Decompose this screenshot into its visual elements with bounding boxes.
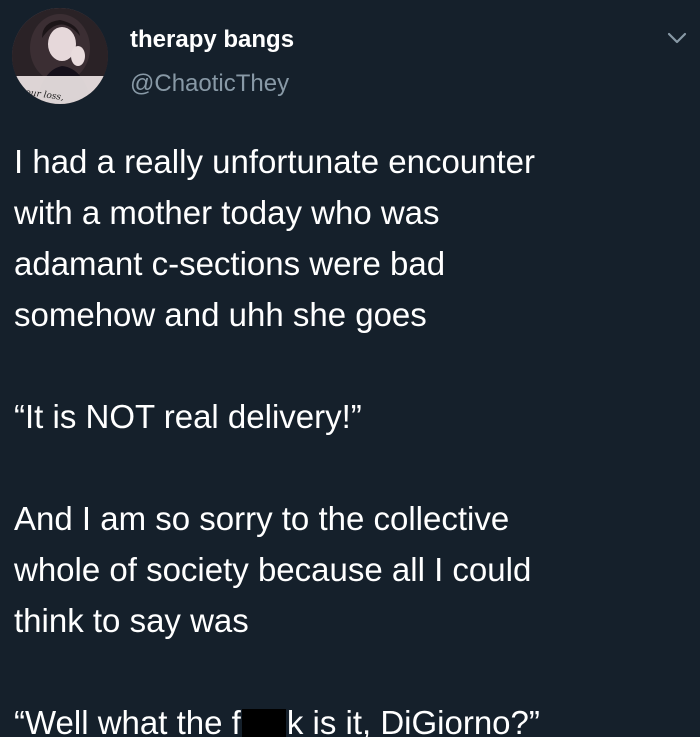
text-line: think to say was bbox=[14, 602, 249, 639]
text-line: whole of society because all I could bbox=[14, 551, 532, 588]
tweet-text: I had a really unfortunate encounter wit… bbox=[14, 136, 686, 737]
text-line: And I am so sorry to the collective bbox=[14, 500, 510, 537]
text-line: somehow and uhh she goes bbox=[14, 296, 427, 333]
text-after-redaction: k is it, DiGiorno?” bbox=[286, 704, 540, 737]
author-display-name[interactable]: therapy bangs bbox=[130, 26, 294, 54]
tweet-menu-button[interactable] bbox=[664, 28, 690, 48]
text-line: “Well what the f k is it, DiGiorno?” bbox=[14, 697, 686, 737]
redaction-bar bbox=[241, 709, 286, 737]
avatar[interactable]: your loss, bbox=[12, 8, 108, 104]
chevron-down-icon bbox=[667, 32, 687, 44]
tweet-paragraph: I had a really unfortunate encounter wit… bbox=[14, 136, 686, 340]
tweet-paragraph: “Well what the f k is it, DiGiorno?” bbox=[14, 697, 686, 737]
author-handle[interactable]: @ChaoticThey bbox=[130, 70, 289, 98]
text-line: with a mother today who was bbox=[14, 194, 440, 231]
tweet-card: your loss, therapy bangs @ChaoticThey I … bbox=[0, 0, 700, 737]
text-before-redaction: “Well what the f bbox=[14, 704, 241, 737]
tweet-paragraph: And I am so sorry to the collective whol… bbox=[14, 493, 686, 646]
text-line: I had a really unfortunate encounter bbox=[14, 143, 536, 180]
text-line: adamant c-sections were bad bbox=[14, 245, 446, 282]
tweet-paragraph: “It is NOT real delivery!” bbox=[14, 391, 686, 442]
text-line: “It is NOT real delivery!” bbox=[14, 398, 362, 435]
